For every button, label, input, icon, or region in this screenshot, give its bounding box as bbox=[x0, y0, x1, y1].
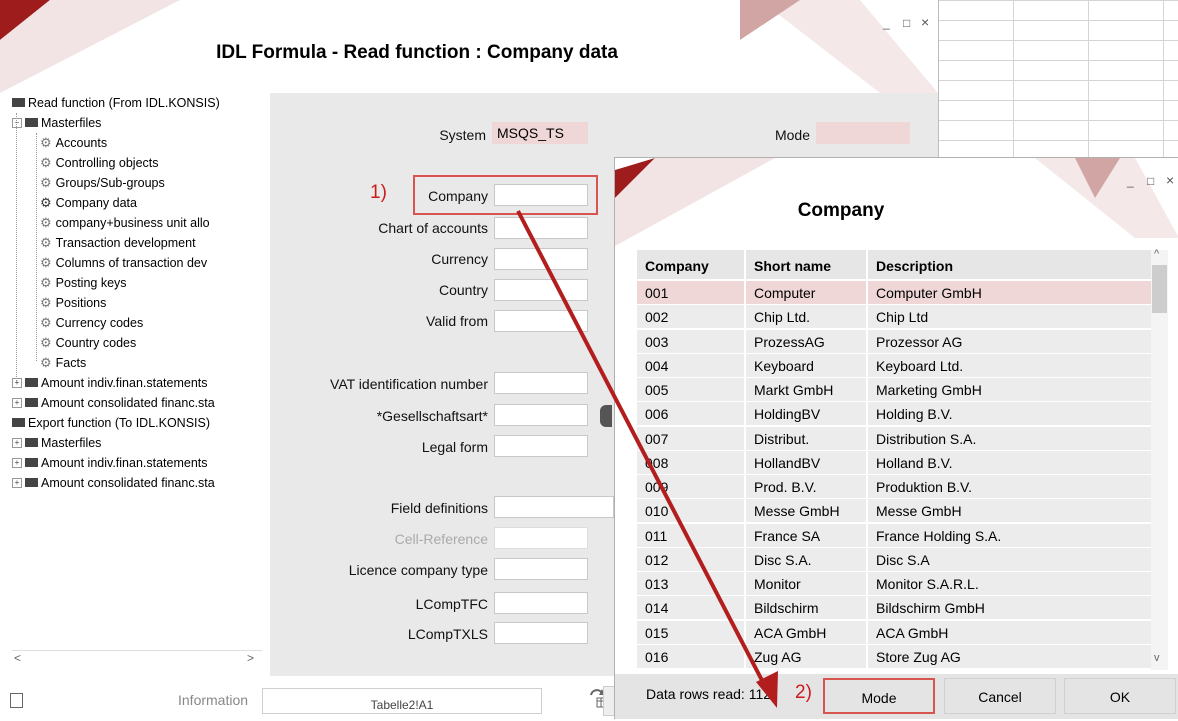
annotation-arrow bbox=[516, 210, 778, 708]
